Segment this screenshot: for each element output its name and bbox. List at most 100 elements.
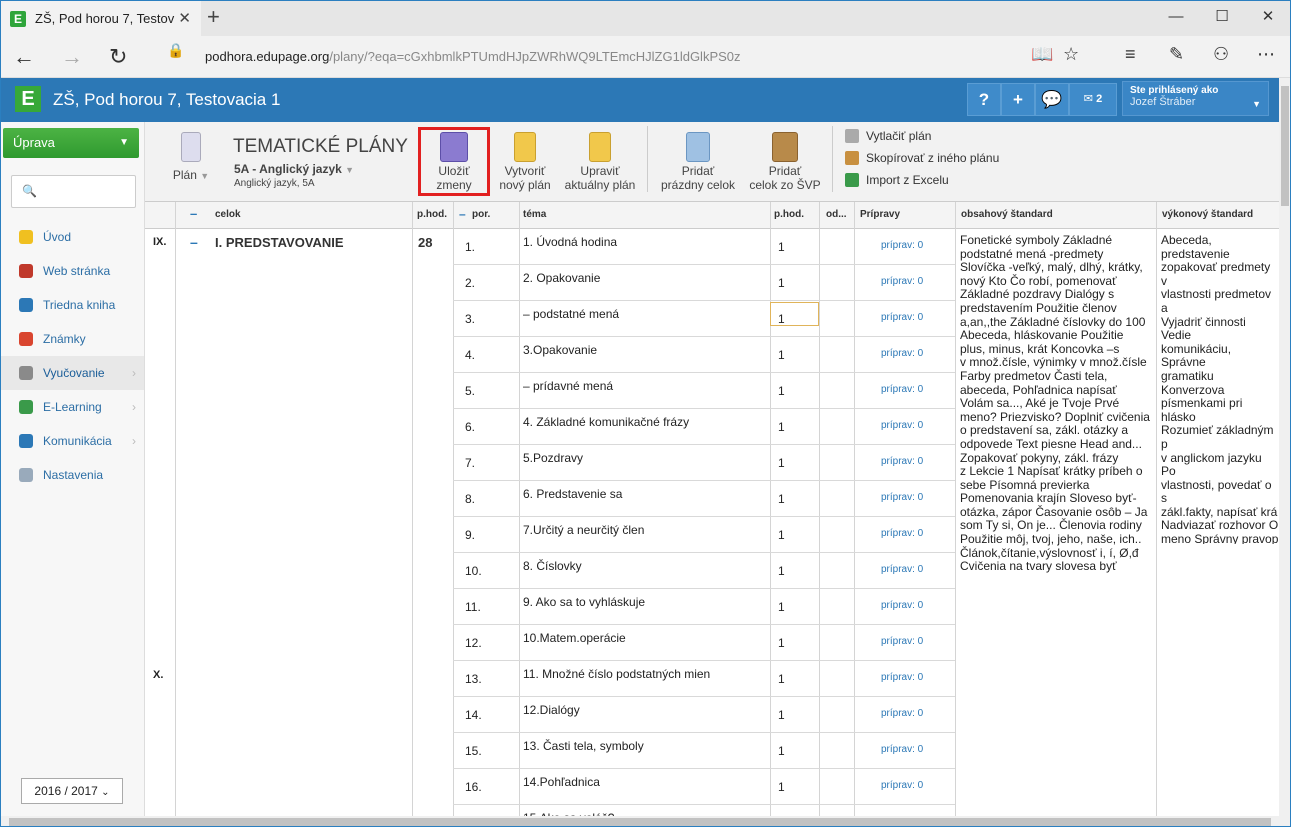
sidebar-item-4[interactable]: Vyučovanie › <box>1 356 144 390</box>
lesson-row[interactable]: 15. 13. Časti tela, symboly 1 príprav: 0 <box>453 733 955 769</box>
maximize-icon[interactable]: ☐ <box>1199 5 1245 29</box>
refresh-icon[interactable]: ↻ <box>109 44 127 70</box>
lesson-row[interactable]: 16. 14.Pohľadnica 1 príprav: 0 <box>453 769 955 805</box>
lesson-topic[interactable]: 10.Matem.operácie <box>523 631 626 645</box>
add-button[interactable]: + <box>1001 83 1035 116</box>
preparations-link[interactable]: príprav: 0 <box>881 276 923 287</box>
lesson-row[interactable]: 6. 4. Základné komunikačné frázy 1 príprav:… <box>453 409 955 445</box>
lesson-row[interactable]: 10. 8. Číslovky 1 príprav: 0 <box>453 553 955 589</box>
sidebar-item-5[interactable]: E-Learning › <box>1 390 144 424</box>
sidebar-item-2[interactable]: Triedna kniha <box>1 288 144 322</box>
lesson-topic[interactable]: 1. Úvodná hodina <box>523 235 617 249</box>
share-icon[interactable]: ⚇ <box>1213 44 1229 65</box>
preparations-link[interactable]: príprav: 0 <box>881 528 923 539</box>
edit-plan-button[interactable]: Upraviť aktuálny plán <box>561 122 639 192</box>
lesson-hours[interactable]: 1 <box>778 384 785 398</box>
scrollbar-thumb[interactable] <box>1281 86 1289 206</box>
lesson-row[interactable]: 12. 10.Matem.operácie 1 príprav: 0 <box>453 625 955 661</box>
lesson-row[interactable]: 17.15.Ako sa voláš?1príprav: 0 <box>453 805 955 816</box>
lesson-row[interactable]: 9. 7.Určitý a neurčitý člen 1 príprav: 0 <box>453 517 955 553</box>
sidebar-item-3[interactable]: Známky <box>1 322 144 356</box>
sidebar-item-1[interactable]: Web stránka <box>1 254 144 288</box>
copy-plan-link[interactable]: Skopírovať z iného plánu <box>845 151 999 165</box>
plan-menu-button[interactable]: Plán ▼ <box>167 122 215 183</box>
horizontal-scrollbar[interactable] <box>1 816 1290 826</box>
preparations-link[interactable]: príprav: 0 <box>881 456 923 467</box>
lesson-hours[interactable]: 1 <box>778 456 785 470</box>
lesson-topic[interactable]: 12.Dialógy <box>523 703 580 717</box>
add-svp-unit-button[interactable]: Pridať celok zo ŠVP <box>745 122 825 192</box>
lesson-hours[interactable]: 1 <box>778 348 785 362</box>
hub-icon[interactable]: ≡ <box>1125 44 1136 65</box>
messages-button[interactable]: ✉ 2 <box>1069 83 1117 116</box>
lesson-row[interactable]: 8. 6. Predstavenie sa 1 príprav: 0 <box>453 481 955 517</box>
lesson-row[interactable]: 14. 12.Dialógy 1 príprav: 0 <box>453 697 955 733</box>
back-icon[interactable]: ← <box>13 44 35 70</box>
lesson-row[interactable]: 2. 2. Opakovanie 1 príprav: 0 <box>453 265 955 301</box>
lesson-hours[interactable]: 1 <box>778 780 785 794</box>
lesson-hours[interactable]: 1 <box>778 600 785 614</box>
close-window-icon[interactable]: ✕ <box>1245 5 1290 29</box>
collapse-all-icon[interactable]: – <box>190 206 197 221</box>
lesson-topic[interactable]: 8. Číslovky <box>523 559 582 573</box>
lesson-hours[interactable]: 1 <box>778 240 785 254</box>
add-empty-unit-button[interactable]: Pridať prázdny celok <box>655 122 741 192</box>
save-button[interactable]: Uložiť zmeny <box>423 122 485 192</box>
lesson-topic[interactable]: 9. Ako sa to vyhláskuje <box>523 595 645 609</box>
lesson-hours[interactable]: 1 <box>778 636 785 650</box>
preparations-link[interactable]: príprav: 0 <box>881 240 923 251</box>
url-field[interactable]: podhora.edupage.org/plany/?eqa=cGxhbmlkP… <box>165 44 1025 70</box>
search-input[interactable]: 🔍 <box>11 175 136 208</box>
print-plan-link[interactable]: Vytlačiť plán <box>845 129 931 143</box>
lesson-hours[interactable]: 1 <box>778 528 785 542</box>
sidebar-item-6[interactable]: Komunikácia › <box>1 424 144 458</box>
preparations-link[interactable]: príprav: 0 <box>881 780 923 791</box>
preparations-link[interactable]: príprav: 0 <box>881 672 923 683</box>
help-button[interactable]: ? <box>967 83 1001 116</box>
unit-name[interactable]: I. PREDSTAVOVANIE <box>215 235 344 250</box>
lesson-topic[interactable]: – podstatné mená <box>523 307 619 321</box>
preparations-link[interactable]: príprav: 0 <box>881 708 923 719</box>
lesson-topic[interactable]: 2. Opakovanie <box>523 271 600 285</box>
browser-tab[interactable]: E ZŠ, Pod horou 7, Testov ✕ <box>1 1 201 36</box>
minimize-icon[interactable]: — <box>1153 5 1199 29</box>
preparations-link[interactable]: príprav: 0 <box>881 420 923 431</box>
uprava-button[interactable]: Úprava ▼ <box>3 128 139 158</box>
scrollbar-thumb[interactable] <box>9 818 1271 826</box>
lesson-row[interactable]: 5. – prídavné mená 1 príprav: 0 <box>453 373 955 409</box>
lesson-hours[interactable]: 1 <box>778 672 785 686</box>
web-note-icon[interactable]: ✎ <box>1169 44 1184 65</box>
user-menu[interactable]: Ste prihlásený ako Jozef Štráber ▼ <box>1122 81 1269 116</box>
lesson-row[interactable]: 7. 5.Pozdravy 1 príprav: 0 <box>453 445 955 481</box>
collapse-icon[interactable]: – <box>459 207 466 221</box>
vertical-scrollbar[interactable] <box>1279 78 1290 816</box>
lesson-row[interactable]: 3. – podstatné mená 1 príprav: 0 <box>453 301 955 337</box>
lesson-row[interactable]: 11. 9. Ako sa to vyhláskuje 1 príprav: 0 <box>453 589 955 625</box>
lesson-topic[interactable]: 13. Časti tela, symboly <box>523 739 644 753</box>
reading-view-icon[interactable]: 📖 <box>1031 44 1053 65</box>
forward-icon[interactable]: → <box>61 44 83 70</box>
lesson-topic[interactable]: 3.Opakovanie <box>523 343 597 357</box>
create-plan-button[interactable]: Vytvoriť nový plán <box>493 122 557 192</box>
lesson-hours[interactable]: 1 <box>778 564 785 578</box>
preparations-link[interactable]: príprav: 0 <box>881 384 923 395</box>
chat-icon[interactable]: 💬 <box>1035 83 1069 116</box>
edupage-logo[interactable]: E <box>15 86 41 112</box>
school-year-select[interactable]: 2016 / 2017 ⌄ <box>21 778 123 804</box>
close-tab-icon[interactable]: ✕ <box>178 9 191 27</box>
plan-subject[interactable]: 5A - Anglický jazyk ▼ <box>234 162 354 176</box>
lesson-hours[interactable]: 1 <box>778 420 785 434</box>
favorite-star-icon[interactable]: ☆ <box>1063 44 1079 65</box>
preparations-link[interactable]: príprav: 0 <box>881 600 923 611</box>
lesson-row[interactable]: 4. 3.Opakovanie 1 príprav: 0 <box>453 337 955 373</box>
collapse-unit-icon[interactable]: – <box>190 234 198 250</box>
import-excel-link[interactable]: Import z Excelu <box>845 173 949 187</box>
lesson-topic[interactable]: 11. Množné číslo podstatných mien <box>523 667 710 681</box>
preparations-link[interactable]: príprav: 0 <box>881 564 923 575</box>
lesson-topic[interactable]: 7.Určitý a neurčitý člen <box>523 523 644 537</box>
lesson-hours[interactable]: 1 <box>778 744 785 758</box>
lesson-topic[interactable]: 4. Základné komunikačné frázy <box>523 415 689 429</box>
preparations-link[interactable]: príprav: 0 <box>881 744 923 755</box>
lesson-topic[interactable]: – prídavné mená <box>523 379 613 393</box>
lesson-topic[interactable]: 5.Pozdravy <box>523 451 583 465</box>
